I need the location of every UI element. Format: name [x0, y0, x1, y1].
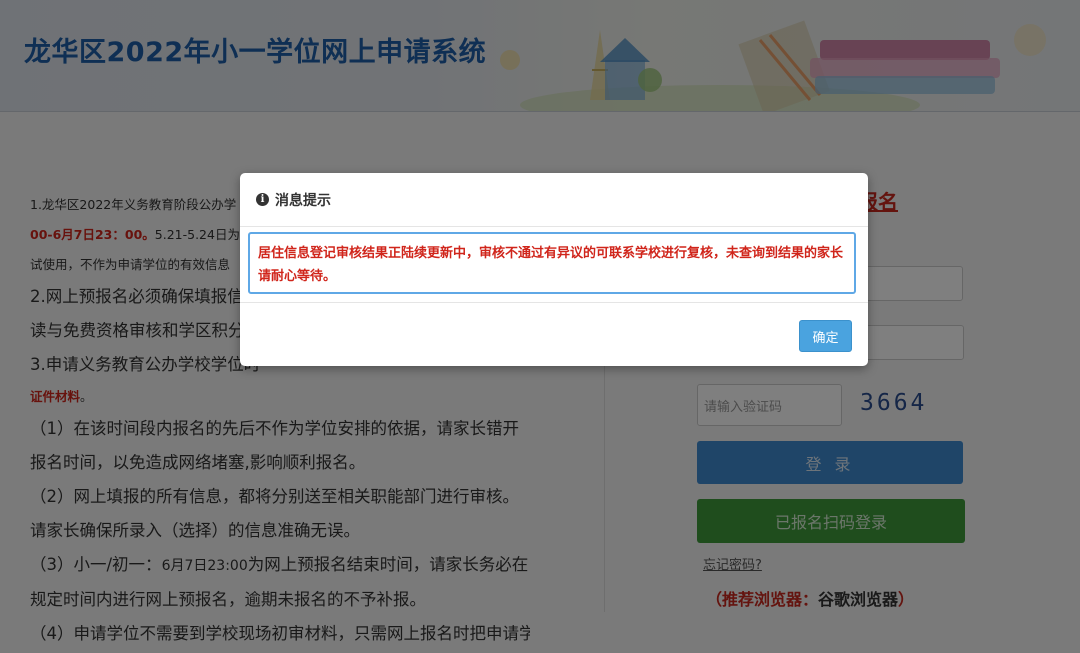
message-dialog: i 消息提示 居住信息登记审核结果正陆续更新中，审核不通过有异议的可联系学校进行…: [240, 173, 868, 366]
dialog-footer: 确定: [240, 302, 868, 366]
dialog-message-box: 居住信息登记审核结果正陆续更新中，审核不通过有异议的可联系学校进行复核，未查询到…: [248, 232, 856, 294]
dialog-title: 消息提示: [275, 192, 331, 209]
confirm-button[interactable]: 确定: [799, 320, 852, 352]
dialog-message: 居住信息登记审核结果正陆续更新中，审核不通过有异议的可联系学校进行复核，未查询到…: [258, 246, 844, 284]
dialog-header: i 消息提示: [240, 173, 868, 227]
info-icon: i: [256, 193, 269, 206]
